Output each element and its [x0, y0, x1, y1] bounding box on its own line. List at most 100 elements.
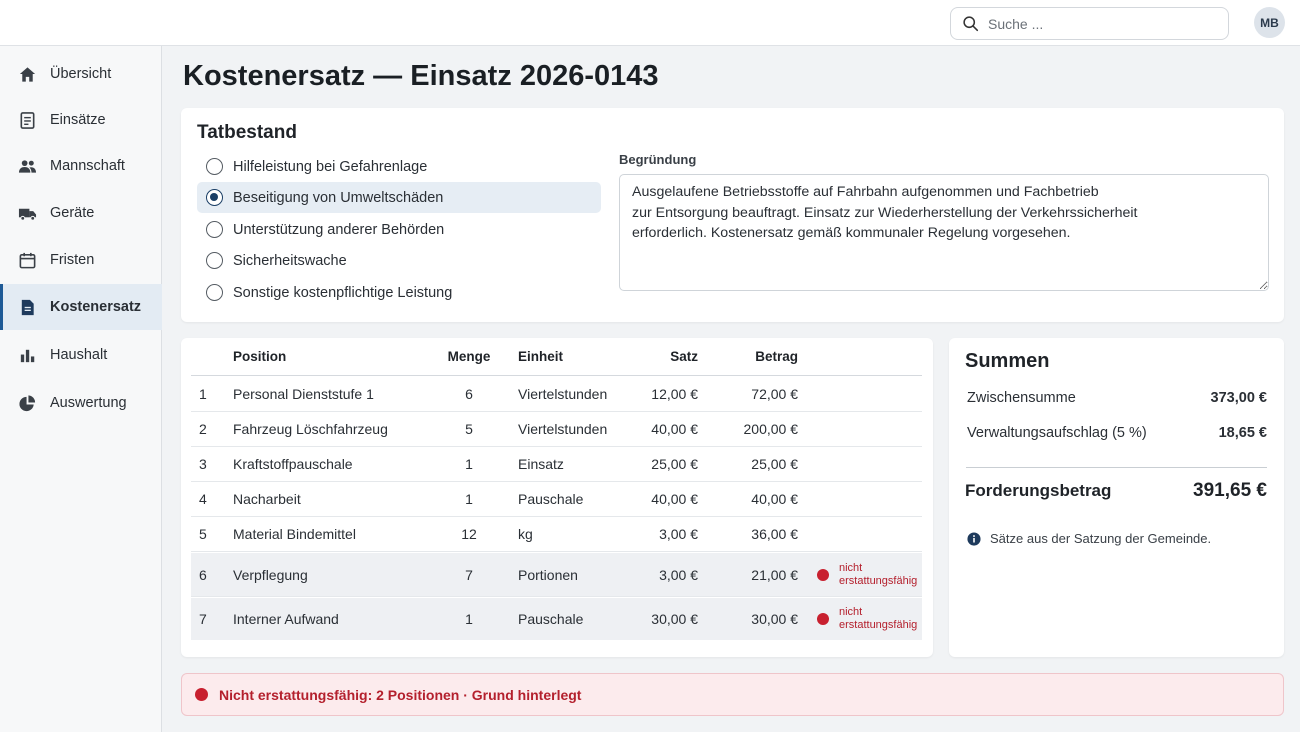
- radio-button-selected[interactable]: [206, 189, 223, 206]
- forderungsbetrag-label: Forderungsbetrag: [965, 481, 1112, 500]
- table-row[interactable]: 1 Personal Dienststufe 1 6 Viertelstunde…: [191, 377, 922, 412]
- summen-card: Summen Zwischensumme 373,00 € Verwaltung…: [949, 338, 1284, 657]
- truck-icon: [18, 208, 37, 221]
- radio-option-sicherheitswache[interactable]: Sicherheitswache: [197, 245, 601, 276]
- zwischensumme-label: Zwischensumme: [967, 390, 1076, 406]
- cell-position: Fahrzeug Löschfahrzeug: [233, 421, 388, 437]
- alert-dot-icon: [195, 688, 208, 701]
- tatbestand-card: Tatbestand Hilfeleistung bei Gefahrenlag…: [181, 108, 1284, 322]
- column-header-position: Position: [233, 349, 287, 364]
- radio-button[interactable]: [206, 221, 223, 238]
- top-bar: MB: [0, 0, 1300, 46]
- warning-banner: Nicht erstattungsfähig: 2 Positionen · G…: [181, 673, 1284, 716]
- cell-menge: 1: [465, 611, 473, 627]
- cell-nr: 4: [199, 491, 207, 507]
- cell-nr: 3: [199, 456, 207, 472]
- column-header-menge: Menge: [447, 349, 491, 364]
- radio-button[interactable]: [206, 252, 223, 269]
- cell-satz: 12,00 €: [651, 386, 698, 402]
- cell-betrag: 200,00 €: [743, 421, 799, 437]
- not-refundable-label: nicht erstattungsfähig: [839, 561, 918, 587]
- section-title: Tatbestand: [197, 122, 297, 143]
- cell-menge: 5: [465, 421, 473, 437]
- column-header-einheit: Einheit: [518, 349, 564, 364]
- radio-option-gefahrenlage[interactable]: Hilfeleistung bei Gefahrenlage: [197, 151, 601, 182]
- cell-satz: 3,00 €: [659, 566, 698, 583]
- sidebar-item-label: Übersicht: [50, 66, 112, 82]
- sidebar-item-einsaetze[interactable]: Einsätze: [0, 97, 162, 143]
- cell-nr: 2: [199, 421, 207, 437]
- sidebar-item-auswertung[interactable]: Auswertung: [0, 380, 162, 426]
- cell-menge: 1: [465, 456, 473, 472]
- zwischensumme-value: 373,00 €: [1210, 390, 1267, 406]
- begruendung-textarea[interactable]: Ausgelaufene Betriebsstoffe auf Fahrbahn…: [619, 174, 1269, 291]
- not-refundable-label: nicht erstattungsfähig: [839, 606, 918, 631]
- not-refundable-flag: nicht erstattungsfähig: [817, 598, 919, 640]
- sidebar-item-label: Haushalt: [50, 347, 108, 363]
- sidebar-item-label: Kostenersatz: [50, 299, 142, 315]
- cell-satz: 30,00 €: [651, 611, 698, 627]
- cell-position: Kraftstoffpauschale: [233, 456, 353, 472]
- positions-table: Position Menge Einheit Satz Betrag 1 Per…: [181, 338, 933, 657]
- cell-nr: 5: [199, 526, 207, 542]
- radio-button[interactable]: [206, 158, 223, 175]
- sidebar-item-label: Fristen: [50, 252, 95, 268]
- not-refundable-flag: nicht erstattungsfähig: [817, 553, 919, 596]
- cell-position: Personal Dienststufe 1: [233, 386, 374, 402]
- table-row-excluded[interactable]: 7 Interner Aufwand 1 Pauschale 30,00 € 3…: [191, 598, 922, 640]
- cell-betrag: 40,00 €: [751, 491, 798, 507]
- table-row[interactable]: 2 Fahrzeug Löschfahrzeug 5 Viertelstunde…: [191, 412, 922, 447]
- cell-satz: 25,00 €: [651, 456, 698, 472]
- sidebar-item-uebersicht[interactable]: Übersicht: [0, 51, 162, 97]
- cell-einheit: Einsatz: [518, 456, 564, 472]
- radio-label: Unterstützung anderer Behörden: [233, 221, 445, 238]
- search-input[interactable]: [988, 15, 1208, 32]
- radio-option-behoerden[interactable]: Unterstützung anderer Behörden: [197, 214, 601, 245]
- search-box[interactable]: [950, 7, 1229, 40]
- cell-menge: 12: [461, 526, 477, 542]
- bar-chart-icon: [20, 349, 35, 362]
- aufschlag-value: 18,65 €: [1218, 425, 1267, 441]
- cell-einheit: kg: [518, 526, 533, 542]
- cell-position: Material Bindemittel: [233, 526, 356, 542]
- info-note-text: Sätze aus der Satzung der Gemeinde.: [990, 531, 1212, 546]
- column-header-satz: Satz: [670, 349, 698, 364]
- cell-betrag: 25,00 €: [751, 456, 798, 472]
- table-row[interactable]: 5 Material Bindemittel 12 kg 3,00 € 36,0…: [191, 517, 922, 552]
- sidebar-item-mannschaft[interactable]: Mannschaft: [0, 143, 162, 189]
- sidebar-item-label: Geräte: [50, 205, 95, 221]
- cell-menge: 7: [465, 566, 473, 583]
- aufschlag-label: Verwaltungsaufschlag (5 %): [967, 425, 1147, 441]
- cell-menge: 1: [465, 491, 473, 507]
- sidebar-item-fristen[interactable]: Fristen: [0, 237, 162, 283]
- calendar-icon: [19, 252, 36, 268]
- sidebar-item-haushalt[interactable]: Haushalt: [0, 332, 162, 378]
- radio-button[interactable]: [206, 284, 223, 301]
- sidebar-item-geraete[interactable]: Geräte: [0, 190, 162, 236]
- cell-position: Interner Aufwand: [233, 611, 339, 627]
- table-row[interactable]: 3 Kraftstoffpauschale 1 Einsatz 25,00 € …: [191, 447, 922, 482]
- radio-label: Hilfeleistung bei Gefahrenlage: [233, 158, 428, 175]
- sidebar-item-kostenersatz[interactable]: Kostenersatz: [0, 284, 162, 330]
- radio-option-sonstige[interactable]: Sonstige kostenpflichtige Leistung: [197, 277, 601, 308]
- people-icon: [18, 159, 37, 173]
- status-dot-icon: [817, 613, 829, 625]
- avatar[interactable]: MB: [1254, 7, 1285, 38]
- radio-label: Sicherheitswache: [233, 252, 347, 269]
- radio-option-umweltschaeden[interactable]: Beseitigung von Umweltschäden: [197, 182, 601, 213]
- cell-einheit: Portionen: [518, 566, 578, 583]
- zwischensumme-row: Zwischensumme 373,00 €: [967, 390, 1267, 406]
- table-row[interactable]: 4 Nacharbeit 1 Pauschale 40,00 € 40,00 €: [191, 482, 922, 517]
- sidebar-item-label: Auswertung: [50, 395, 127, 411]
- info-icon: [967, 531, 981, 546]
- cell-einheit: Viertelstunden: [518, 421, 608, 437]
- table-row-excluded[interactable]: 6 Verpflegung 7 Portionen 3,00 € 21,00 €…: [191, 553, 922, 597]
- info-note: Sätze aus der Satzung der Gemeinde.: [967, 531, 1211, 546]
- status-dot-icon: [817, 568, 829, 581]
- invoice-icon: [21, 299, 34, 315]
- radio-label: Beseitigung von Umweltschäden: [233, 189, 444, 206]
- cell-betrag: 21,00 €: [751, 566, 798, 583]
- sidebar-item-label: Einsätze: [50, 112, 106, 128]
- forderungsbetrag-value: 391,65 €: [1193, 480, 1267, 501]
- aufschlag-row: Verwaltungsaufschlag (5 %) 18,65 €: [967, 425, 1267, 441]
